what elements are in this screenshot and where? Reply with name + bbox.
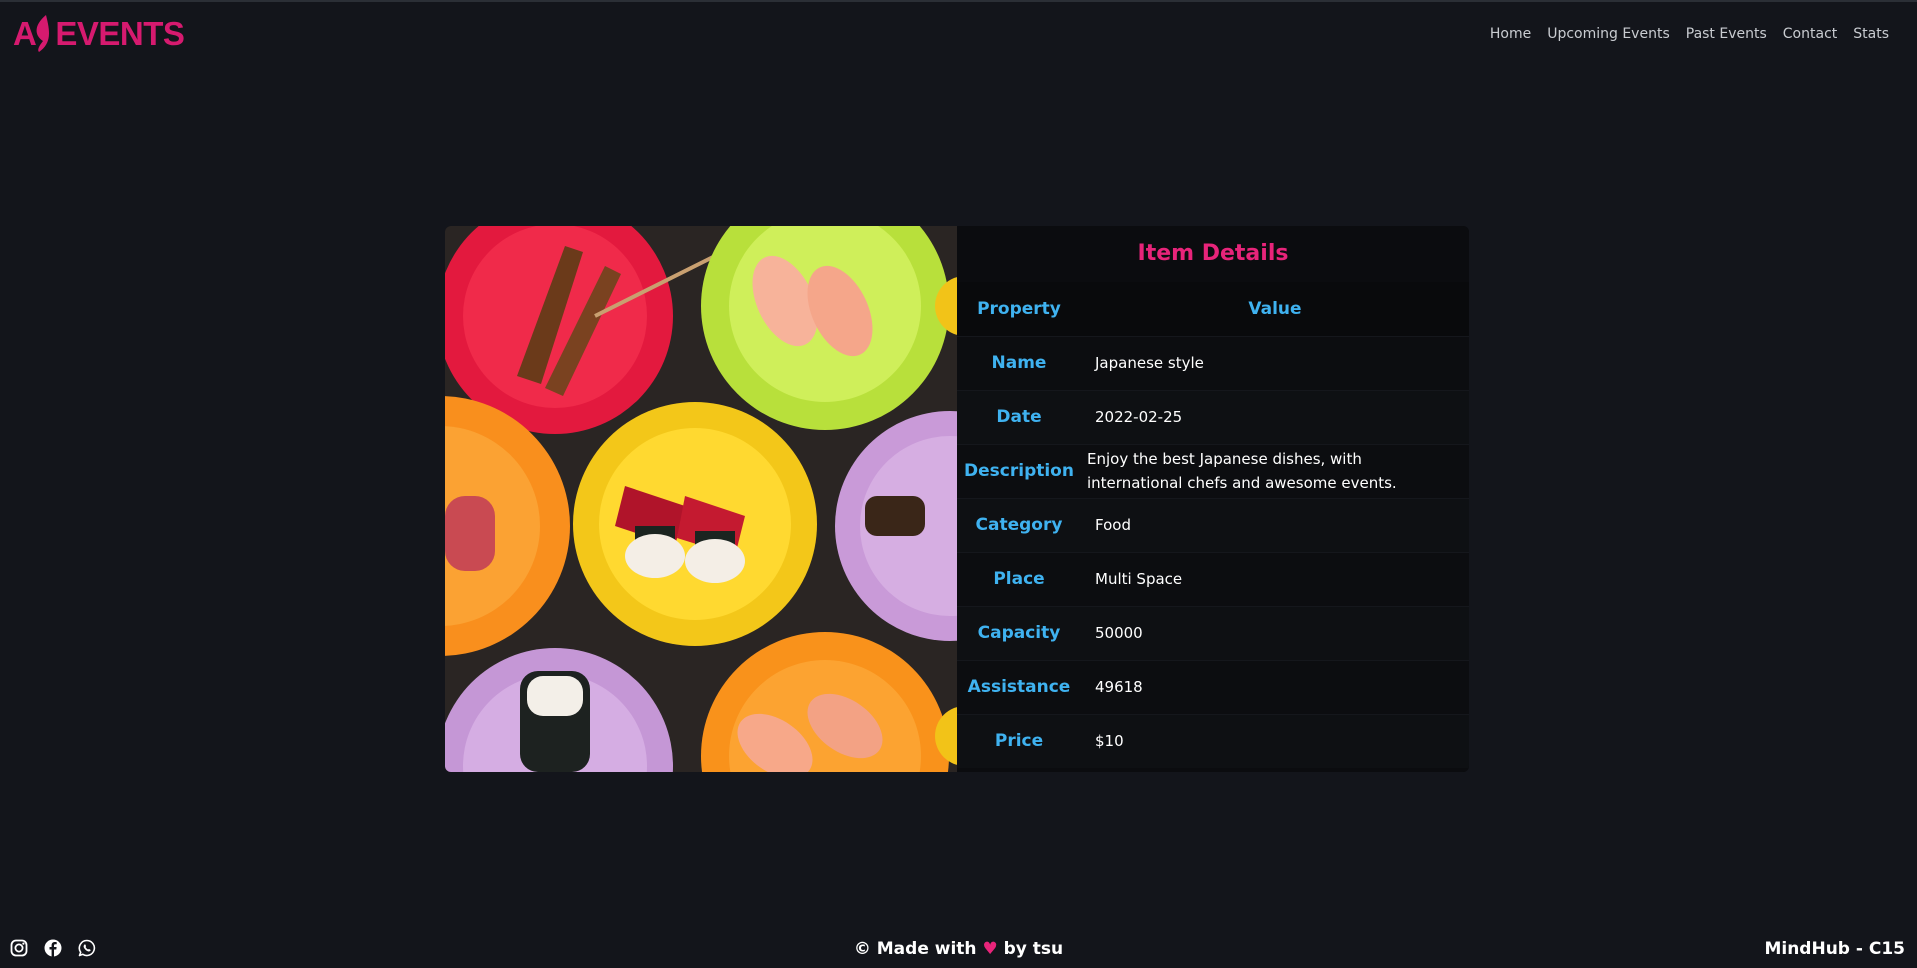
table-row: Place Multi Space — [957, 552, 1469, 606]
property-label: Name — [991, 353, 1047, 373]
table-row: Category Food — [957, 498, 1469, 552]
made-prefix: © Made with — [853, 939, 977, 959]
logo[interactable]: A EVENTS — [13, 11, 185, 55]
made-suffix: by tsu — [1003, 939, 1064, 959]
property-value: 49618 — [1095, 678, 1143, 696]
table-row: Assistance 49618 — [957, 660, 1469, 714]
made-with-credit: © Made with ♥ by tsu — [0, 939, 1917, 959]
footer-brand: MindHub - C15 — [1764, 939, 1905, 959]
details-table: Property Value Name Japanese style Date … — [957, 282, 1469, 768]
footer: © Made with ♥ by tsu MindHub - C15 — [0, 934, 1917, 968]
column-header-value: Value — [1248, 298, 1302, 319]
property-value: Enjoy the best Japanese dishes, with int… — [1087, 450, 1397, 492]
details-title: Item Details — [1137, 241, 1289, 266]
column-header-property: Property — [977, 298, 1061, 319]
event-image — [445, 226, 957, 772]
heart-icon: ♥ — [982, 939, 998, 959]
nav-past-events[interactable]: Past Events — [1686, 26, 1767, 42]
nav-stats[interactable]: Stats — [1853, 26, 1889, 42]
table-row: Description Enjoy the best Japanese dish… — [957, 444, 1469, 498]
property-label: Price — [994, 731, 1044, 752]
property-label: Description — [964, 461, 1074, 481]
table-row: Price $10 — [957, 714, 1469, 768]
table-row: Capacity 50000 — [957, 606, 1469, 660]
property-value: $10 — [1095, 732, 1124, 751]
navbar: A EVENTS Home Upcoming Events Past Event… — [0, 2, 1917, 66]
property-label: Place — [993, 569, 1045, 589]
nav-contact[interactable]: Contact — [1783, 26, 1837, 42]
property-value: 2022-02-25 — [1095, 408, 1183, 426]
details-panel: Item Details Property Value Name Japanes… — [957, 226, 1469, 772]
sushi-plates-image — [445, 226, 957, 772]
table-row: Date 2022-02-25 — [957, 390, 1469, 444]
details-header-row: Property Value — [957, 282, 1469, 336]
logo-flame-icon — [36, 15, 50, 52]
property-label: Capacity — [977, 623, 1061, 643]
main-nav: Home Upcoming Events Past Events Contact… — [1490, 26, 1889, 42]
table-row: Name Japanese style — [957, 336, 1469, 390]
nav-home[interactable]: Home — [1490, 26, 1531, 42]
logo-text: EVENTS — [55, 14, 185, 52]
property-value: Food — [1095, 516, 1131, 534]
property-label: Category — [975, 515, 1063, 535]
event-detail-card: Item Details Property Value Name Japanes… — [445, 226, 1469, 772]
property-label: Date — [996, 407, 1042, 427]
property-value: Japanese style — [1095, 354, 1204, 372]
nav-upcoming-events[interactable]: Upcoming Events — [1547, 26, 1670, 42]
property-label: Assistance — [967, 677, 1071, 697]
property-value: 50000 — [1095, 624, 1143, 642]
property-value: Multi Space — [1095, 570, 1183, 588]
